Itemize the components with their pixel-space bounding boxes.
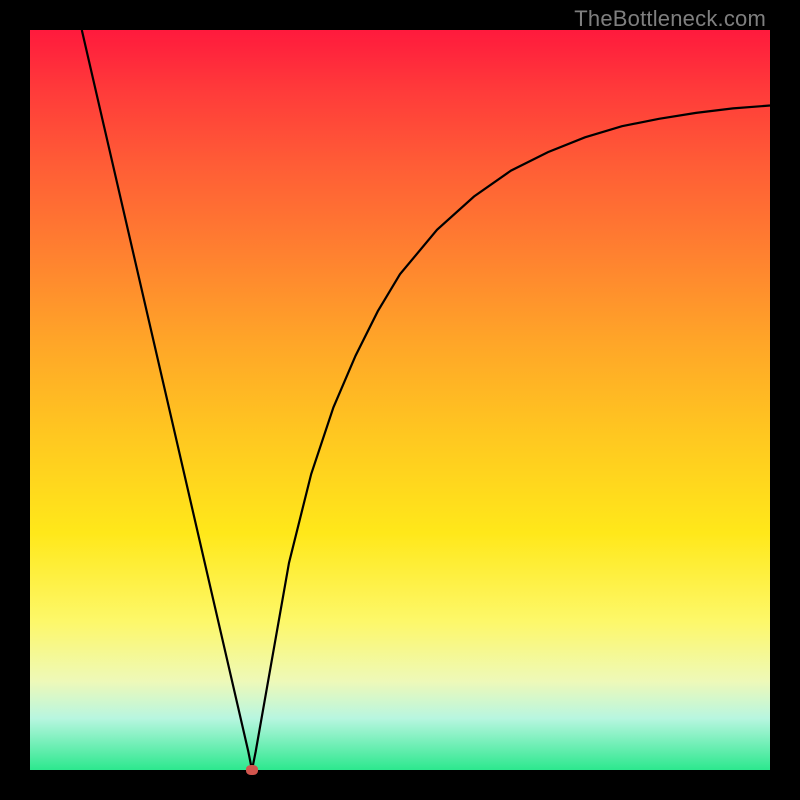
curve-layer (30, 30, 770, 770)
chart-frame: TheBottleneck.com (0, 0, 800, 800)
min-marker (246, 765, 258, 775)
curve-path (82, 30, 770, 770)
watermark-text: TheBottleneck.com (574, 6, 766, 32)
plot-area (30, 30, 770, 770)
